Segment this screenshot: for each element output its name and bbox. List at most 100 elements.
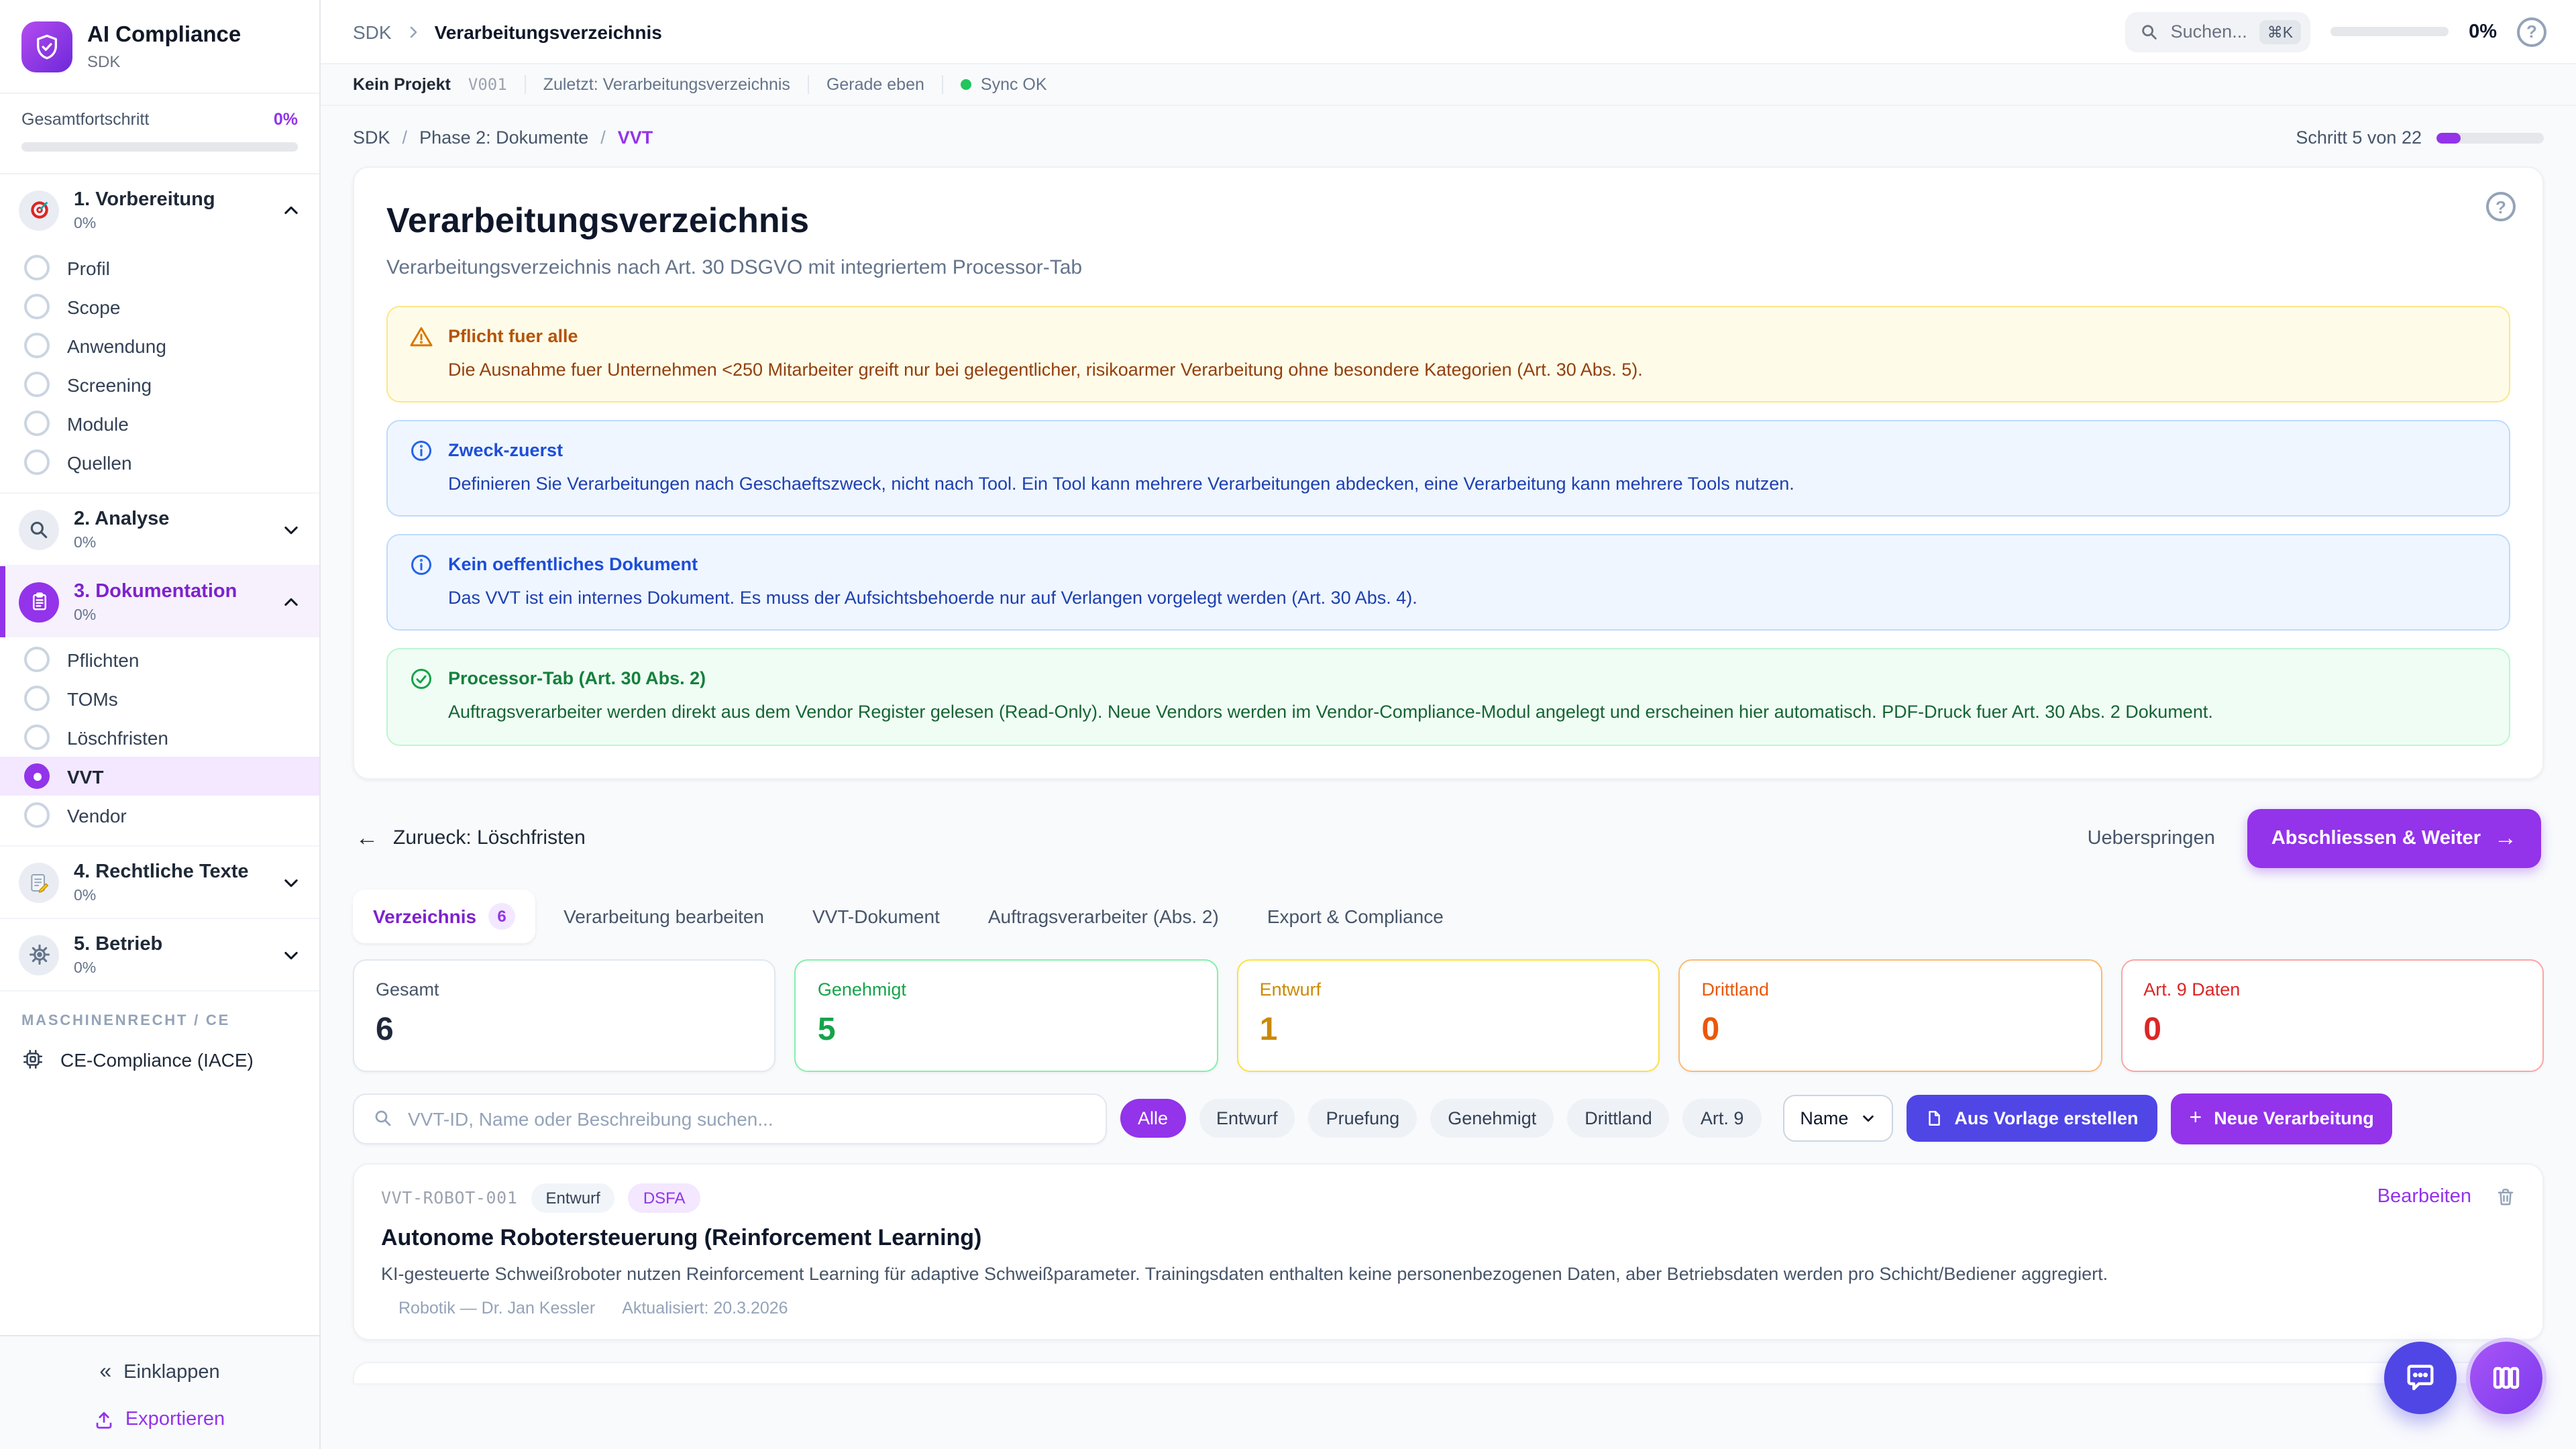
tab-verarbeitung-bearbeiten[interactable]: Verarbeitung bearbeiten: [543, 892, 784, 940]
filter-toolbar: VVT-ID, Name oder Beschreibung suchen...…: [353, 1093, 2544, 1144]
chat-fab-button[interactable]: [2384, 1342, 2457, 1414]
sidebar-item-vendor[interactable]: Vendor: [0, 796, 319, 835]
collapse-sidebar-button[interactable]: « Einklappen: [99, 1360, 219, 1385]
help-icon[interactable]: ?: [2486, 192, 2516, 221]
radio-icon: [24, 647, 50, 672]
columns-icon: [2490, 1362, 2522, 1394]
tab-export-compliance[interactable]: Export & Compliance: [1247, 892, 1464, 940]
page-subtitle: Verarbeitungsverzeichnis nach Art. 30 DS…: [386, 256, 2510, 279]
filter-pill-pruefung[interactable]: Pruefung: [1309, 1099, 1417, 1138]
alert-body: Definieren Sie Verarbeitungen nach Gesch…: [448, 470, 1794, 496]
columns-fab-button[interactable]: [2470, 1342, 2542, 1414]
ce-item-label: CE-Compliance (IACE): [60, 1049, 254, 1070]
sidebar-section-dokumentation[interactable]: 3. Dokumentation 0%: [0, 566, 319, 637]
intro-card: ? Verarbeitungsverzeichnis Verarbeitungs…: [353, 166, 2544, 779]
radio-icon: [24, 255, 50, 280]
brand: AI Compliance SDK: [0, 0, 319, 93]
filter-pill-genehmigt[interactable]: Genehmigt: [1430, 1099, 1554, 1138]
record-updated: Aktualisiert: 20.3.2026: [622, 1298, 788, 1317]
sidebar-item-vvt[interactable]: VVT: [0, 757, 319, 796]
sidebar-item-pflichten[interactable]: Pflichten: [0, 640, 319, 679]
radio-icon: [24, 686, 50, 711]
complete-next-button[interactable]: Abschliessen & Weiter →: [2247, 808, 2541, 867]
chevron-down-icon: [282, 945, 301, 964]
stage: AI Compliance SDK Gesamtfortschritt 0% 1…: [0, 0, 2576, 1449]
sidebar-section-vorbereitung[interactable]: 1. Vorbereitung 0%: [0, 174, 319, 246]
section-label: 1. Vorbereitung: [74, 189, 215, 211]
stat-gesamt: Gesamt 6: [353, 959, 776, 1071]
project-status: Kein Projekt: [353, 75, 451, 94]
filter-pill-entwurf[interactable]: Entwurf: [1199, 1099, 1295, 1138]
arrow-right-icon: →: [2494, 824, 2517, 851]
topbar-progress-value: 0%: [2469, 21, 2497, 42]
check-circle-icon: [409, 667, 433, 725]
global-search-input[interactable]: Suchen... ⌘K: [2125, 11, 2310, 52]
chevron-down-icon: [1860, 1111, 1875, 1126]
new-processing-button[interactable]: + Neue Verarbeitung: [2171, 1093, 2393, 1144]
section-label: 5. Betrieb: [74, 934, 162, 955]
trash-icon[interactable]: [2496, 1185, 2516, 1207]
shield-logo-icon: [21, 21, 72, 72]
sidebar-item-scope[interactable]: Scope: [0, 287, 319, 326]
record-description: KI-gesteuerte Schweißroboter nutzen Rein…: [381, 1263, 2516, 1283]
memo-icon: [19, 862, 59, 902]
tab-vvt-dokument[interactable]: VVT-Dokument: [792, 892, 960, 940]
alert-body: Die Ausnahme fuer Unternehmen <250 Mitar…: [448, 356, 1643, 382]
tab-verzeichnis[interactable]: Verzeichnis 6: [353, 889, 535, 943]
breadcrumb-root[interactable]: SDK: [353, 21, 392, 42]
sidebar-item-quellen[interactable]: Quellen: [0, 443, 319, 482]
back-button[interactable]: ← Zurueck: Löschfristen: [356, 824, 586, 851]
sort-select[interactable]: Name: [1782, 1095, 1892, 1142]
create-from-template-button[interactable]: Aus Vorlage erstellen: [1906, 1095, 2157, 1142]
page-breadcrumb-phase[interactable]: Phase 2: Dokumente: [419, 127, 588, 148]
arrow-left-icon: ←: [356, 824, 378, 851]
alert-title: Zweck-zuerst: [448, 437, 1794, 464]
page-breadcrumb: SDK / Phase 2: Dokumente / VVT: [353, 127, 653, 148]
export-button[interactable]: Exportieren: [95, 1409, 225, 1430]
record-title: Autonome Robotersteuerung (Reinforcement…: [381, 1224, 2516, 1251]
filter-pill-alle[interactable]: Alle: [1120, 1099, 1185, 1138]
brand-subtitle: SDK: [87, 52, 241, 70]
chevron-down-icon: [282, 520, 301, 539]
sidebar-item-loeschfristen[interactable]: Löschfristen: [0, 718, 319, 757]
main-area: SDK Verarbeitungsverzeichnis Suchen... ⌘…: [321, 0, 2576, 1449]
radio-icon: [24, 411, 50, 436]
info-circle-icon: [409, 439, 433, 496]
sidebar-item-profil[interactable]: Profil: [0, 248, 319, 287]
overall-progress-value: 0%: [274, 110, 298, 129]
step-indicator: Schritt 5 von 22: [2296, 127, 2544, 148]
edit-record-button[interactable]: Bearbeiten: [2377, 1185, 2471, 1207]
page-breadcrumb-sdk[interactable]: SDK: [353, 127, 390, 148]
sidebar-footer: « Einklappen Exportieren: [0, 1335, 319, 1449]
sidebar-item-anwendung[interactable]: Anwendung: [0, 326, 319, 365]
section-label: 2. Analyse: [74, 508, 169, 530]
chevron-right-icon: [405, 23, 421, 40]
sidebar-section-rechtliche-texte[interactable]: 4. Rechtliche Texte 0%: [0, 847, 319, 918]
next-record-card-partial: [353, 1361, 2544, 1383]
brand-title: AI Compliance: [87, 23, 241, 48]
sidebar-section-analyse[interactable]: 2. Analyse 0%: [0, 494, 319, 565]
last-saved-time: Gerade eben: [826, 75, 924, 94]
skip-button[interactable]: Ueberspringen: [2088, 827, 2215, 849]
tab-bar: Verzeichnis 6 Verarbeitung bearbeiten VV…: [353, 889, 2544, 943]
help-icon[interactable]: ?: [2517, 17, 2546, 46]
sidebar-item-toms[interactable]: TOMs: [0, 679, 319, 718]
sidebar-item-ce-compliance[interactable]: CE-Compliance (IACE): [0, 1037, 319, 1084]
status-bar: Kein Projekt V001 Zuletzt: Verarbeitungs…: [321, 64, 2576, 106]
topbar-progress-bar: [2330, 27, 2449, 36]
filter-pill-art9[interactable]: Art. 9: [1683, 1099, 1762, 1138]
chat-bubble-icon: [2403, 1360, 2438, 1395]
section-percent: 0%: [74, 535, 169, 551]
vvt-search-input[interactable]: VVT-ID, Name oder Beschreibung suchen...: [353, 1093, 1107, 1144]
sidebar-section-betrieb[interactable]: 5. Betrieb 0%: [0, 919, 319, 990]
search-icon: [2140, 22, 2159, 41]
tab-count-badge: 6: [488, 902, 515, 929]
filter-pill-drittland[interactable]: Drittland: [1567, 1099, 1670, 1138]
sidebar: AI Compliance SDK Gesamtfortschritt 0% 1…: [0, 0, 321, 1449]
tab-auftragsverarbeiter[interactable]: Auftragsverarbeiter (Abs. 2): [968, 892, 1239, 940]
sidebar-item-module[interactable]: Module: [0, 404, 319, 443]
radio-icon: [24, 449, 50, 475]
sidebar-item-screening[interactable]: Screening: [0, 365, 319, 404]
alert-success: Processor-Tab (Art. 30 Abs. 2) Auftragsv…: [386, 649, 2510, 745]
stat-entwurf: Entwurf 1: [1237, 959, 1660, 1071]
